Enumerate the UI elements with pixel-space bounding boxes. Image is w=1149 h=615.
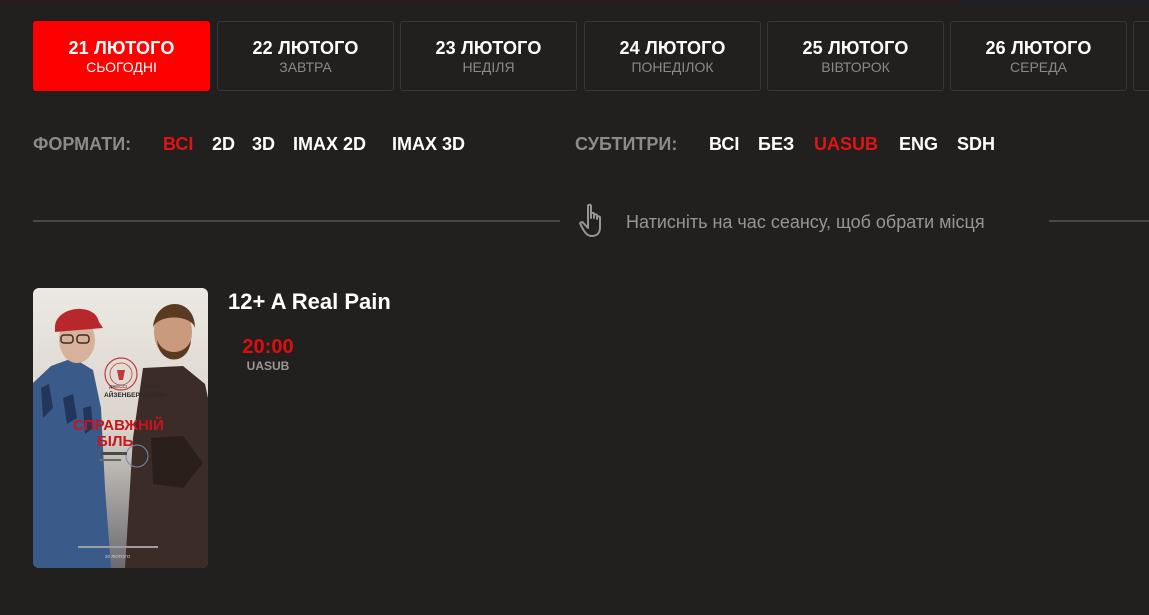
format-option-3d[interactable]: 3D xyxy=(252,133,275,155)
subtitle-option-sdh[interactable]: SDH xyxy=(957,133,995,155)
format-option-imax-3d[interactable]: IMAX 3D xyxy=(392,133,465,155)
date-tab-25[interactable]: 25 ЛЮТОГО ВІВТОРОК xyxy=(767,21,944,91)
date-tab-21[interactable]: 21 ЛЮТОГО СЬОГОДНІ xyxy=(33,21,210,91)
date-tab-date: 23 ЛЮТОГО xyxy=(435,38,542,58)
format-option-all[interactable]: ВСІ xyxy=(163,133,193,155)
date-tab-day: НЕДІЛЯ xyxy=(462,59,515,75)
session-format: UASUB xyxy=(246,359,290,373)
subtitle-option-eng[interactable]: ENG xyxy=(899,133,938,155)
date-tab-date: 21 ЛЮТОГО xyxy=(68,38,175,58)
poster-actor-left-1: ДЖЕССІ xyxy=(109,384,127,389)
movie-poster[interactable]: ДЖЕССІ АЙЗЕНБЕРГ КІРАН КАЛКІН СПРАВЖНІЙ … xyxy=(33,288,208,568)
subtitle-option-none[interactable]: БЕЗ xyxy=(758,133,794,155)
session-hint-text: Натисніть на час сеансу, щоб обрати місц… xyxy=(626,212,985,232)
date-tab-date: 26 ЛЮТОГО xyxy=(985,38,1092,58)
subtitle-option-uasub[interactable]: UASUB xyxy=(814,133,878,155)
date-tab-day: ПОНЕДІЛОК xyxy=(631,59,714,75)
format-option-imax-2d[interactable]: IMAX 2D xyxy=(293,133,366,155)
session-button[interactable]: 20:00 UASUB xyxy=(228,336,308,373)
format-option-2d[interactable]: 2D xyxy=(212,133,235,155)
date-tab-date: 22 ЛЮТОГО xyxy=(252,38,359,58)
subtitle-option-all[interactable]: ВСІ xyxy=(709,133,739,155)
date-tab-24[interactable]: 24 ЛЮТОГО ПОНЕДІЛОК xyxy=(584,21,761,91)
date-tab-23[interactable]: 23 ЛЮТОГО НЕДІЛЯ xyxy=(400,21,577,91)
session-time: 20:00 xyxy=(242,336,294,358)
hand-pointer-icon xyxy=(579,203,601,237)
poster-release-date: 20 ЛЮТОГО xyxy=(105,554,131,559)
date-tab-date: 25 ЛЮТОГО xyxy=(802,38,909,58)
poster-title-2: БІЛЬ xyxy=(97,433,133,450)
subtitles-label: СУБТИТРИ: xyxy=(575,134,678,154)
poster-actor-right-2: КАЛКІН xyxy=(143,392,167,399)
poster-actor-right-1: КІРАН xyxy=(145,384,158,389)
poster-actor-left-2: АЙЗЕНБЕРГ xyxy=(104,390,144,399)
date-tab-26[interactable]: 26 ЛЮТОГО СЕРЕДА xyxy=(950,21,1127,91)
date-tab-date: 24 ЛЮТОГО xyxy=(619,38,726,58)
date-tab-day: ВІВТОРОК xyxy=(821,59,890,75)
poster-title-1: СПРАВЖНІЙ xyxy=(73,416,164,434)
date-tab-next-partial[interactable] xyxy=(1133,21,1149,91)
date-tab-22[interactable]: 22 ЛЮТОГО ЗАВТРА xyxy=(217,21,394,91)
top-border xyxy=(0,0,1149,2)
date-tab-day: СЬОГОДНІ xyxy=(86,59,157,75)
date-tab-day: СЕРЕДА xyxy=(1010,59,1067,75)
divider-right xyxy=(1049,220,1149,222)
formats-label: ФОРМАТИ: xyxy=(33,134,132,154)
movie-title[interactable]: 12+ A Real Pain xyxy=(228,289,391,315)
date-tab-day: ЗАВТРА xyxy=(279,59,332,75)
poster-image: ДЖЕССІ АЙЗЕНБЕРГ КІРАН КАЛКІН СПРАВЖНІЙ … xyxy=(33,288,208,568)
divider-left xyxy=(33,220,560,222)
date-tabs: 21 ЛЮТОГО СЬОГОДНІ 22 ЛЮТОГО ЗАВТРА 23 Л… xyxy=(33,21,1149,93)
